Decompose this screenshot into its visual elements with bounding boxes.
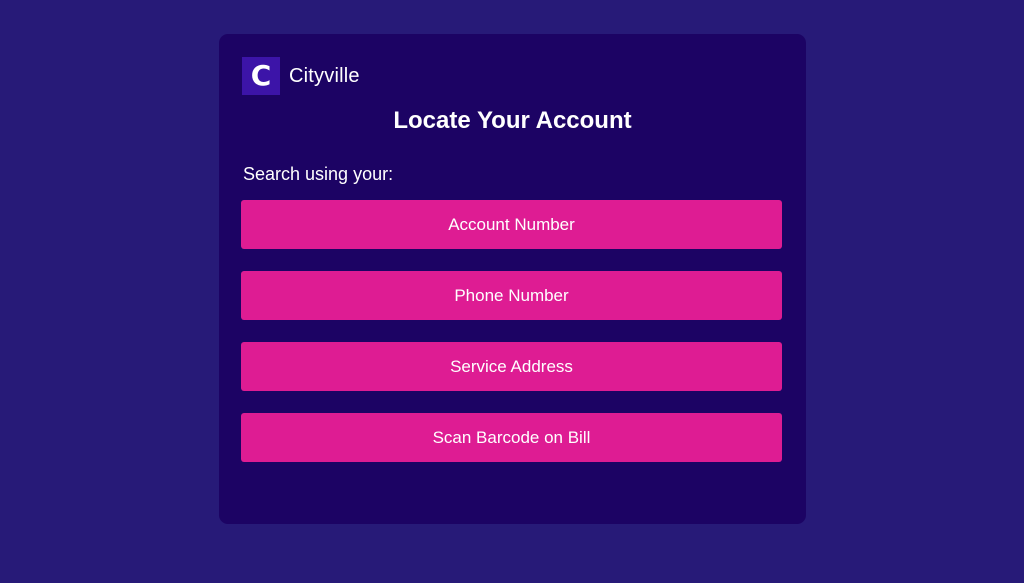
account-number-button[interactable]: Account Number — [241, 200, 782, 249]
scan-barcode-button[interactable]: Scan Barcode on Bill — [241, 413, 782, 462]
brand: C Cityville — [242, 57, 360, 95]
search-prompt: Search using your: — [243, 164, 394, 184]
page-title: Locate Your Account — [393, 107, 632, 134]
locate-account-card: C Cityville Locate Your Account Search u… — [219, 34, 806, 524]
brand-name: Cityville — [289, 64, 360, 87]
service-address-button[interactable]: Service Address — [241, 342, 782, 391]
cityville-logo-icon: C — [242, 57, 280, 95]
search-options: Account Number Phone Number Service Addr… — [241, 200, 782, 484]
phone-number-button[interactable]: Phone Number — [241, 271, 782, 320]
